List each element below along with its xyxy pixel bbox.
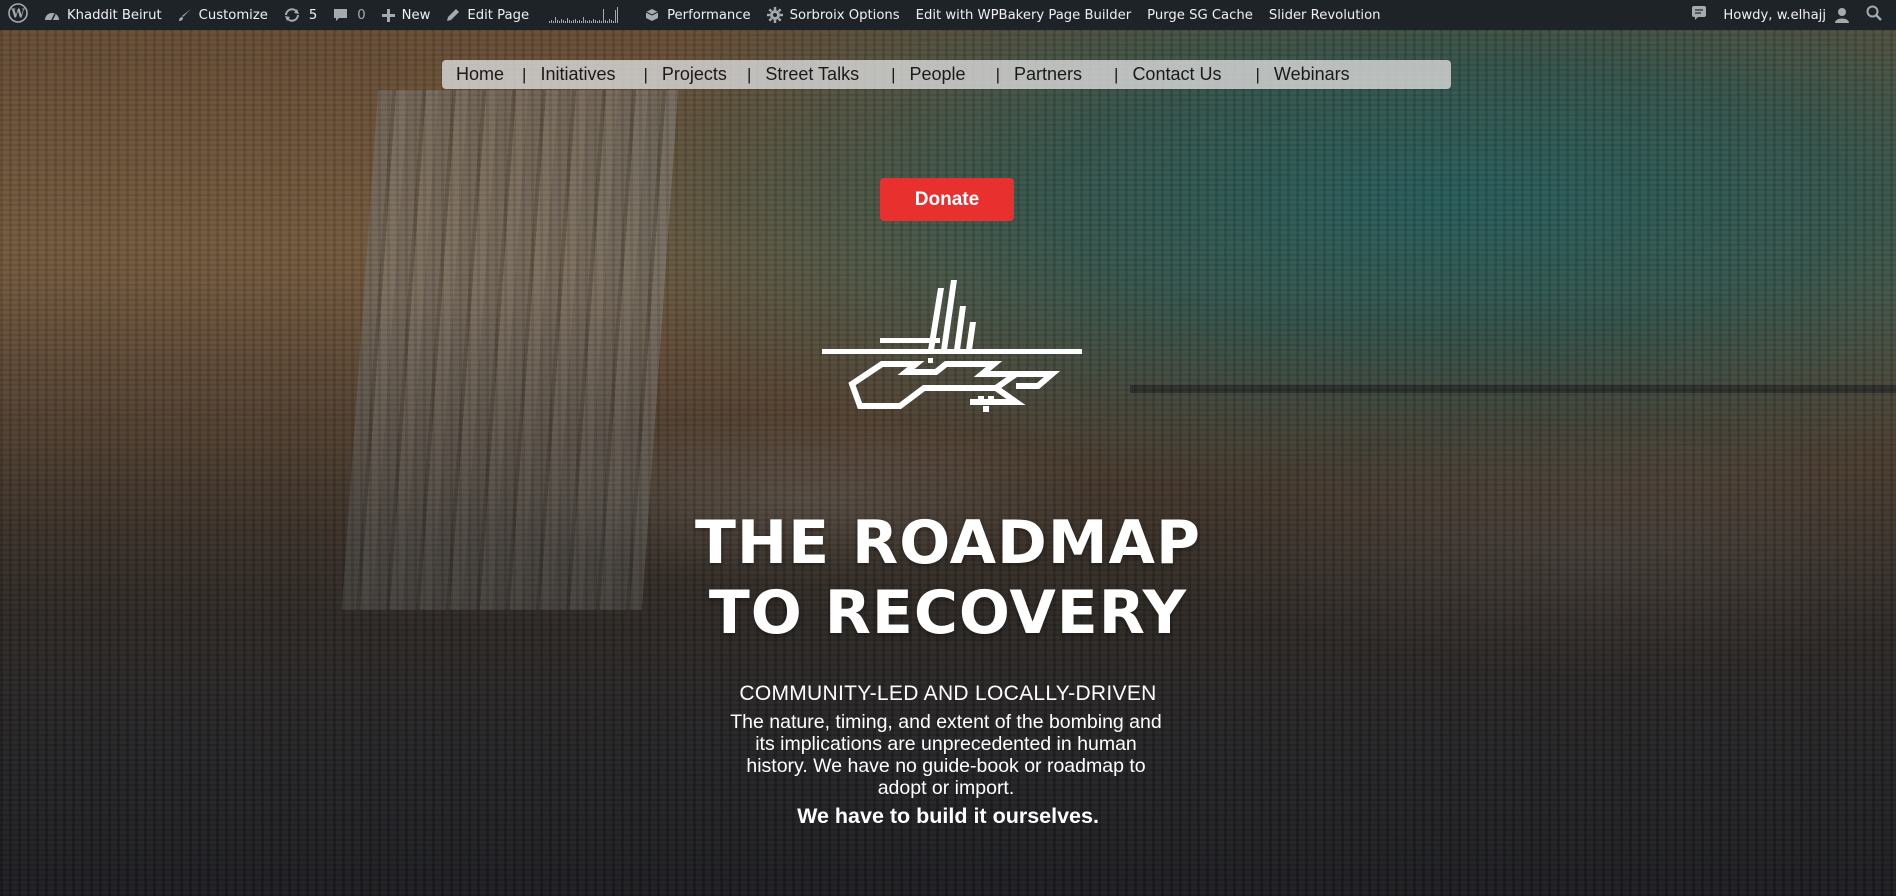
nav-item-label: Initiatives: [540, 64, 616, 84]
howdy-label: Howdy, w.elhajj: [1723, 7, 1826, 23]
site-name-link[interactable]: Khaddit Beirut: [36, 0, 170, 30]
dashboard-icon: [44, 8, 60, 22]
nav-item-webinars[interactable]: Webinars: [1270, 60, 1354, 89]
nav-item-people[interactable]: People: [906, 60, 970, 89]
performance-label: Performance: [667, 7, 751, 23]
hero-headline: THE ROADMAP TO RECOVERY: [548, 508, 1348, 648]
performance-link[interactable]: Performance: [636, 0, 759, 30]
site-name-label: Khaddit Beirut: [67, 7, 162, 23]
comment-icon: [333, 8, 348, 22]
search-icon: [1866, 5, 1882, 25]
sorbroix-label: Sorbroix Options: [789, 7, 900, 23]
hero-tagline: We have to build it ourselves.: [797, 804, 1099, 828]
account-menu[interactable]: Howdy, w.elhajj: [1715, 0, 1858, 30]
nav-item-label: Webinars: [1273, 64, 1350, 84]
stats-sparkline[interactable]: [537, 0, 636, 30]
khaddit-beirut-logo-icon: [822, 280, 1082, 412]
user-icon: [1834, 7, 1850, 23]
nav-item-initiatives[interactable]: Initiatives: [536, 60, 619, 89]
purge-cache-link[interactable]: Purge SG Cache: [1139, 0, 1261, 30]
nav-item-contact-us[interactable]: Contact Us: [1128, 60, 1225, 89]
nav-separator: |: [1255, 64, 1260, 84]
edit-page-label: Edit Page: [467, 7, 530, 23]
brush-icon: [178, 8, 192, 22]
nav-item-partners[interactable]: Partners: [1010, 60, 1086, 89]
nav-item-home[interactable]: Home: [452, 60, 508, 89]
notification-icon: [1691, 5, 1707, 25]
body-line-4: adopt or import.: [877, 777, 1015, 799]
body-line-3: history. We have no guide-book or roadma…: [746, 755, 1146, 777]
nav-item-label: Partners: [1013, 64, 1083, 84]
nav-item-label: Contact Us: [1132, 64, 1222, 84]
wordpress-icon: W: [8, 3, 28, 27]
body-line-1: The nature, timing, and extent of the bo…: [730, 711, 1162, 733]
wp-logo-button[interactable]: W: [0, 0, 36, 30]
hero-body-text: The nature, timing, and extent of the bo…: [700, 711, 1192, 799]
slider-revolution-link[interactable]: Slider Revolution: [1261, 0, 1389, 30]
pencil-icon: [446, 8, 460, 22]
customize-link[interactable]: Customize: [170, 0, 276, 30]
updates-count: 5: [308, 7, 318, 23]
hero-subheading: COMMUNITY-LED AND LOCALLY-DRIVEN: [739, 682, 1157, 705]
headline-line-2: TO RECOVERY: [708, 578, 1188, 648]
slider-revolution-label: Slider Revolution: [1268, 7, 1381, 23]
admin-bar: W Khaddit Beirut Customize 5 0 New Edit …: [0, 0, 1896, 30]
customize-label: Customize: [198, 7, 268, 23]
nav-separator: |: [1114, 64, 1119, 84]
nav-separator: |: [891, 64, 896, 84]
nav-item-label: Projects: [661, 64, 727, 84]
body-line-2: its implications are unprecedented in hu…: [755, 733, 1137, 755]
nav-item-label: Home: [456, 64, 505, 84]
main-navigation: Home | Initiatives | Projects | Street T…: [442, 60, 1451, 89]
plus-icon: [381, 8, 395, 22]
nav-item-street-talks[interactable]: Street Talks: [761, 60, 863, 89]
nav-item-projects[interactable]: Projects: [658, 60, 731, 89]
database-icon: [644, 8, 660, 22]
sorbroix-options-link[interactable]: Sorbroix Options: [759, 0, 908, 30]
comments-count: 0: [357, 7, 366, 23]
nav-separator: |: [522, 64, 527, 84]
search-button[interactable]: [1858, 0, 1890, 30]
purge-cache-label: Purge SG Cache: [1147, 7, 1253, 23]
gear-icon: [766, 7, 783, 23]
site-logo[interactable]: [820, 278, 1084, 418]
svg-text:W: W: [10, 7, 25, 21]
nav-item-label: People: [909, 64, 966, 84]
nav-separator: |: [746, 64, 752, 84]
updates-link[interactable]: 5: [276, 0, 325, 30]
wpbakery-link[interactable]: Edit with WPBakery Page Builder: [908, 0, 1139, 30]
new-content-link[interactable]: New: [374, 0, 439, 30]
edit-page-link[interactable]: Edit Page: [438, 0, 537, 30]
nav-separator: |: [995, 64, 1000, 84]
new-label: New: [401, 7, 431, 23]
sparkline-chart: [549, 7, 619, 23]
updates-icon: [284, 8, 300, 22]
notifications-button[interactable]: [1683, 0, 1715, 30]
nav-separator: |: [643, 64, 648, 84]
donate-button[interactable]: Donate: [880, 178, 1014, 221]
headline-line-1: THE ROADMAP: [695, 508, 1201, 578]
wpbakery-label: Edit with WPBakery Page Builder: [915, 7, 1132, 23]
nav-item-label: Street Talks: [765, 64, 860, 84]
comments-link[interactable]: 0: [325, 0, 373, 30]
